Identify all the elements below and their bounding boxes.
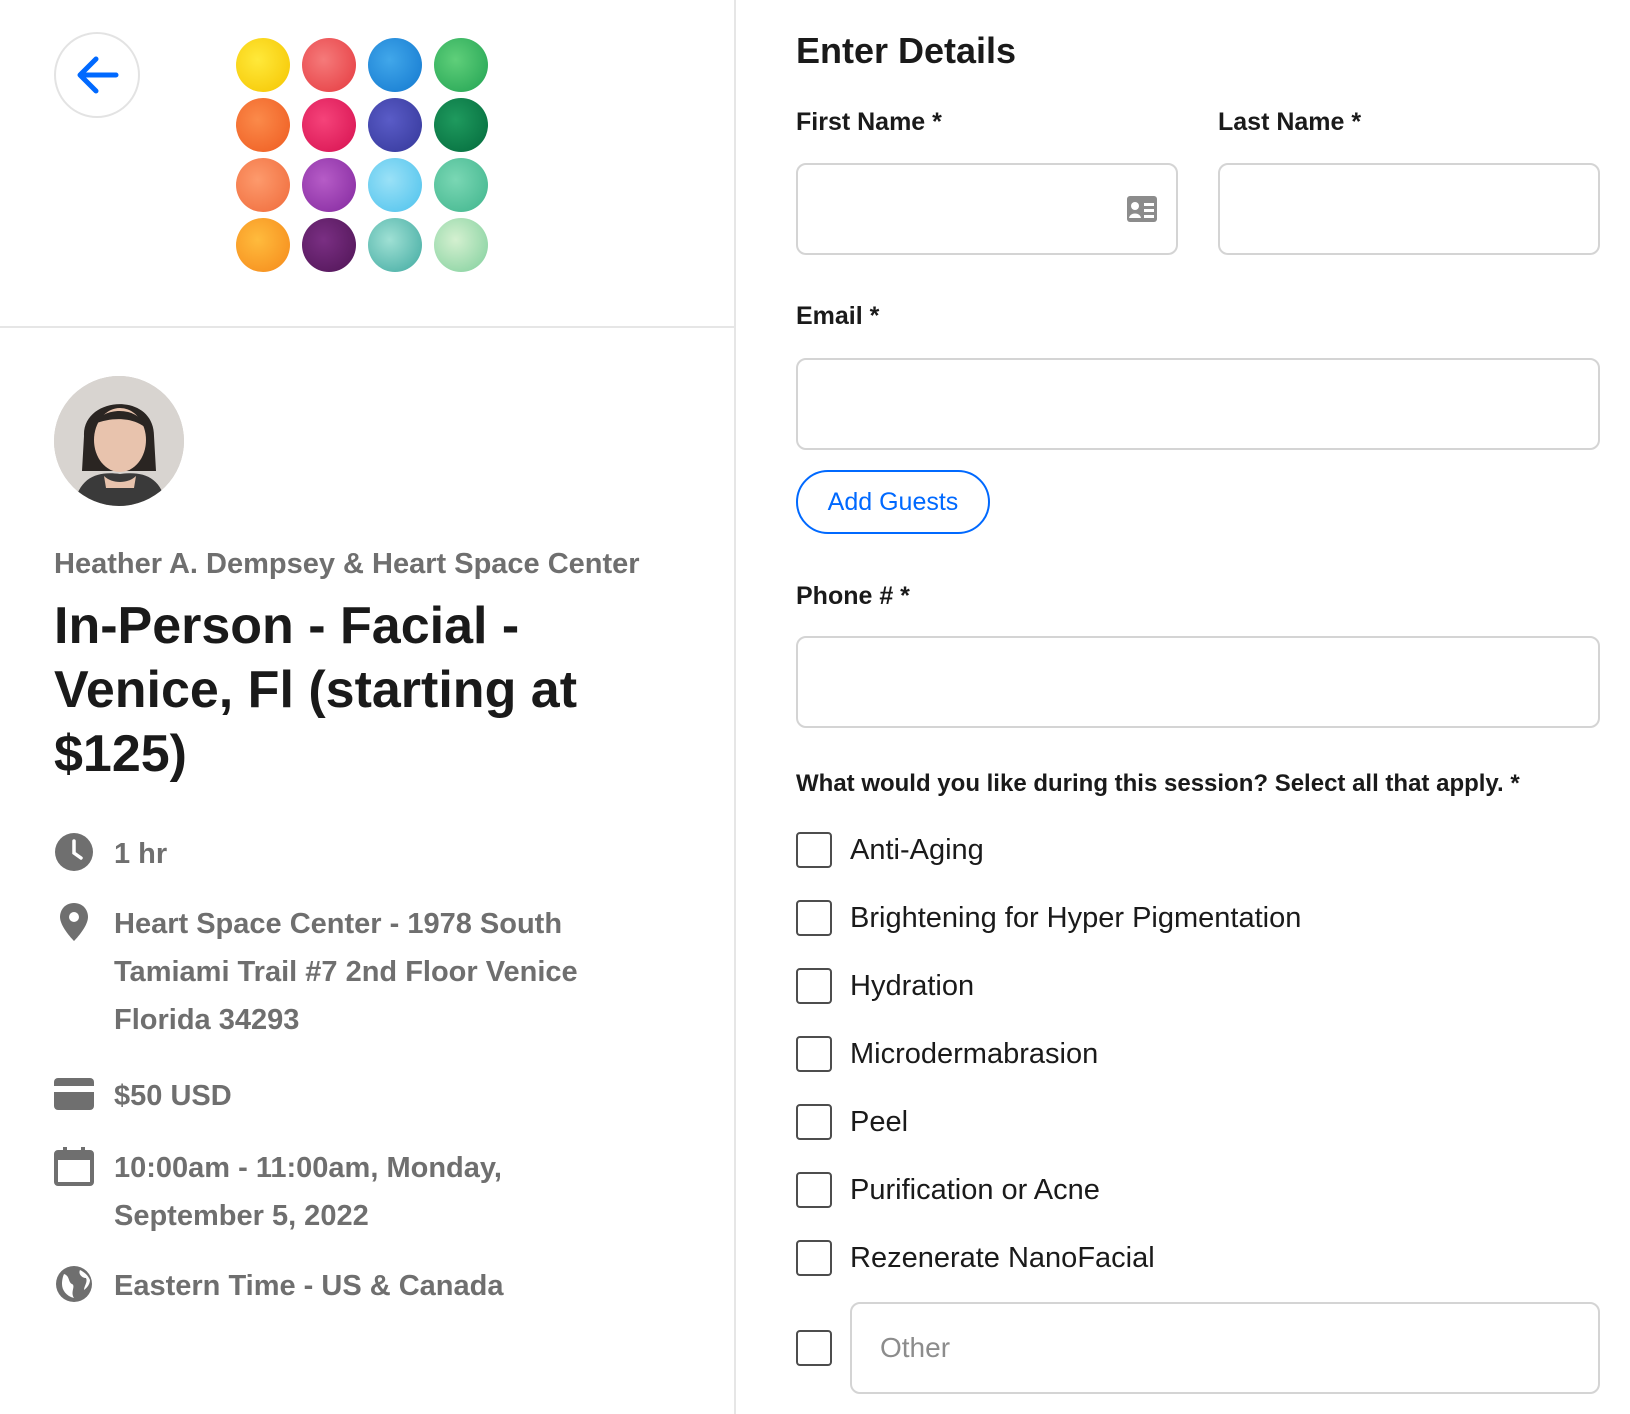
first-name-field bbox=[796, 163, 1178, 255]
back-button[interactable] bbox=[54, 32, 140, 118]
email-input[interactable] bbox=[798, 360, 1598, 448]
organizer-name: Heather A. Dempsey & Heart Space Center bbox=[54, 548, 640, 580]
option-purification[interactable]: Purification or Acne bbox=[796, 1170, 1100, 1210]
checkbox[interactable] bbox=[796, 1104, 832, 1140]
option-anti-aging[interactable]: Anti-Aging bbox=[796, 830, 984, 870]
email-field bbox=[796, 358, 1600, 450]
first-name-input[interactable] bbox=[798, 165, 1176, 253]
option-rezenerate[interactable]: Rezenerate NanoFacial bbox=[796, 1238, 1155, 1278]
option-hydration[interactable]: Hydration bbox=[796, 966, 974, 1006]
phone-label: Phone # * bbox=[796, 582, 910, 610]
watercolor-dots-logo bbox=[236, 38, 488, 274]
checkbox[interactable] bbox=[796, 1036, 832, 1072]
option-label: Brightening for Hyper Pigmentation bbox=[850, 901, 1302, 934]
location-row: Heart Space Center - 1978 South Tamiami … bbox=[54, 900, 634, 1044]
option-label: Peel bbox=[850, 1105, 909, 1138]
organizer-photo bbox=[54, 376, 184, 506]
checkbox[interactable] bbox=[796, 1330, 832, 1366]
event-title: In-Person - Facial - Venice, Fl (startin… bbox=[54, 597, 578, 783]
option-brightening[interactable]: Brightening for Hyper Pigmentation bbox=[796, 898, 1301, 938]
option-label: Purification or Acne bbox=[850, 1173, 1100, 1206]
option-other[interactable] bbox=[796, 1328, 832, 1368]
checkbox[interactable] bbox=[796, 968, 832, 1004]
checkbox[interactable] bbox=[796, 900, 832, 936]
datetime-row: 10:00am - 11:00am, Monday, September 5, … bbox=[54, 1144, 554, 1240]
event-header bbox=[0, 0, 734, 328]
globe-icon bbox=[54, 1264, 94, 1304]
add-guests-button[interactable]: Add Guests bbox=[796, 470, 990, 534]
duration-text: 1 hr bbox=[114, 838, 168, 870]
option-label: Microdermabrasion bbox=[850, 1037, 1099, 1070]
last-name-field bbox=[1218, 163, 1600, 255]
details-form: Enter Details First Name * Last Name * E… bbox=[738, 0, 1630, 1414]
clock-icon bbox=[54, 832, 94, 872]
last-name-input[interactable] bbox=[1220, 165, 1598, 253]
avatar bbox=[54, 376, 184, 506]
other-field bbox=[850, 1302, 1600, 1394]
timezone-row: Eastern Time - US & Canada bbox=[54, 1262, 503, 1310]
event-info-panel: Heather A. Dempsey & Heart Space Center … bbox=[0, 0, 736, 1414]
location-pin-icon bbox=[54, 902, 94, 942]
datetime-text: 10:00am - 11:00am, Monday, September 5, … bbox=[114, 1152, 502, 1232]
session-question: What would you like during this session?… bbox=[796, 770, 1520, 797]
phone-field bbox=[796, 636, 1600, 728]
form-heading: Enter Details bbox=[796, 30, 1017, 71]
option-peel[interactable]: Peel bbox=[796, 1102, 908, 1142]
option-label: Rezenerate NanoFacial bbox=[850, 1241, 1155, 1274]
location-text: Heart Space Center - 1978 South Tamiami … bbox=[114, 908, 578, 1036]
phone-input[interactable] bbox=[798, 638, 1598, 726]
arrow-left-icon bbox=[77, 56, 119, 94]
other-input[interactable] bbox=[852, 1304, 1598, 1392]
option-label: Anti-Aging bbox=[850, 833, 984, 866]
contact-card-icon[interactable] bbox=[1126, 195, 1158, 223]
duration-row: 1 hr bbox=[54, 830, 167, 878]
timezone-text: Eastern Time - US & Canada bbox=[114, 1270, 504, 1302]
last-name-label: Last Name * bbox=[1218, 108, 1362, 136]
checkbox[interactable] bbox=[796, 1240, 832, 1276]
price-text: $50 USD bbox=[114, 1080, 232, 1112]
price-row: $50 USD bbox=[54, 1072, 232, 1120]
option-label: Hydration bbox=[850, 969, 975, 1002]
first-name-label: First Name * bbox=[796, 108, 942, 136]
calendar-icon bbox=[54, 1146, 94, 1186]
credit-card-icon bbox=[54, 1074, 94, 1114]
checkbox[interactable] bbox=[796, 1172, 832, 1208]
option-microdermabrasion[interactable]: Microdermabrasion bbox=[796, 1034, 1098, 1074]
email-label: Email * bbox=[796, 302, 880, 330]
checkbox[interactable] bbox=[796, 832, 832, 868]
